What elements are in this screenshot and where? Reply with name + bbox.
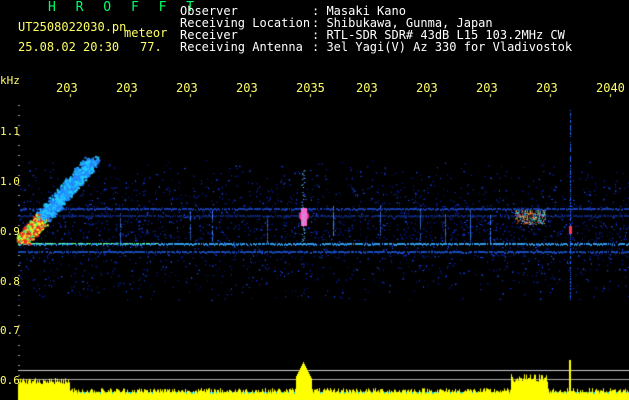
x-tick-label: 203	[356, 81, 378, 95]
x-tick-label: 203	[236, 81, 258, 95]
app-title: H R O F F T	[48, 0, 201, 15]
y-tick-label: 1.1	[0, 125, 20, 138]
meteor-label: meteor	[124, 26, 168, 40]
x-tick-label: 2040	[596, 81, 625, 95]
info-label: Receiving Antenna	[180, 40, 303, 54]
x-tick-label: 203	[116, 81, 138, 95]
frequency-unit-label: kHz	[0, 74, 20, 87]
x-tick-label: 203	[536, 81, 558, 95]
y-tick-label: 0.8	[0, 275, 20, 288]
y-tick-label: 0.7	[0, 324, 20, 337]
y-tick-label: 0.9	[0, 225, 20, 238]
spectrogram	[0, 0, 629, 400]
datetime-label: 25.08.02 20:30	[18, 40, 120, 54]
x-tick-label: 2035	[296, 81, 325, 95]
x-tick-label: 203	[176, 81, 198, 95]
meteor-count: 77.	[140, 40, 162, 54]
y-tick-label: 0.6	[0, 374, 20, 387]
info-value: : 3el Yagi(V) Az 330 for Vladivostok	[312, 40, 573, 54]
y-tick-label: 1.0	[0, 175, 20, 188]
x-tick-label: 203	[416, 81, 438, 95]
x-tick-label: 203	[476, 81, 498, 95]
info-antenna: Receiving Antenna : 3el Yagi(V) Az 330 fo…	[180, 40, 572, 54]
filename-label: UT2508022030.pn	[18, 20, 127, 34]
x-tick-label: 203	[56, 81, 78, 95]
